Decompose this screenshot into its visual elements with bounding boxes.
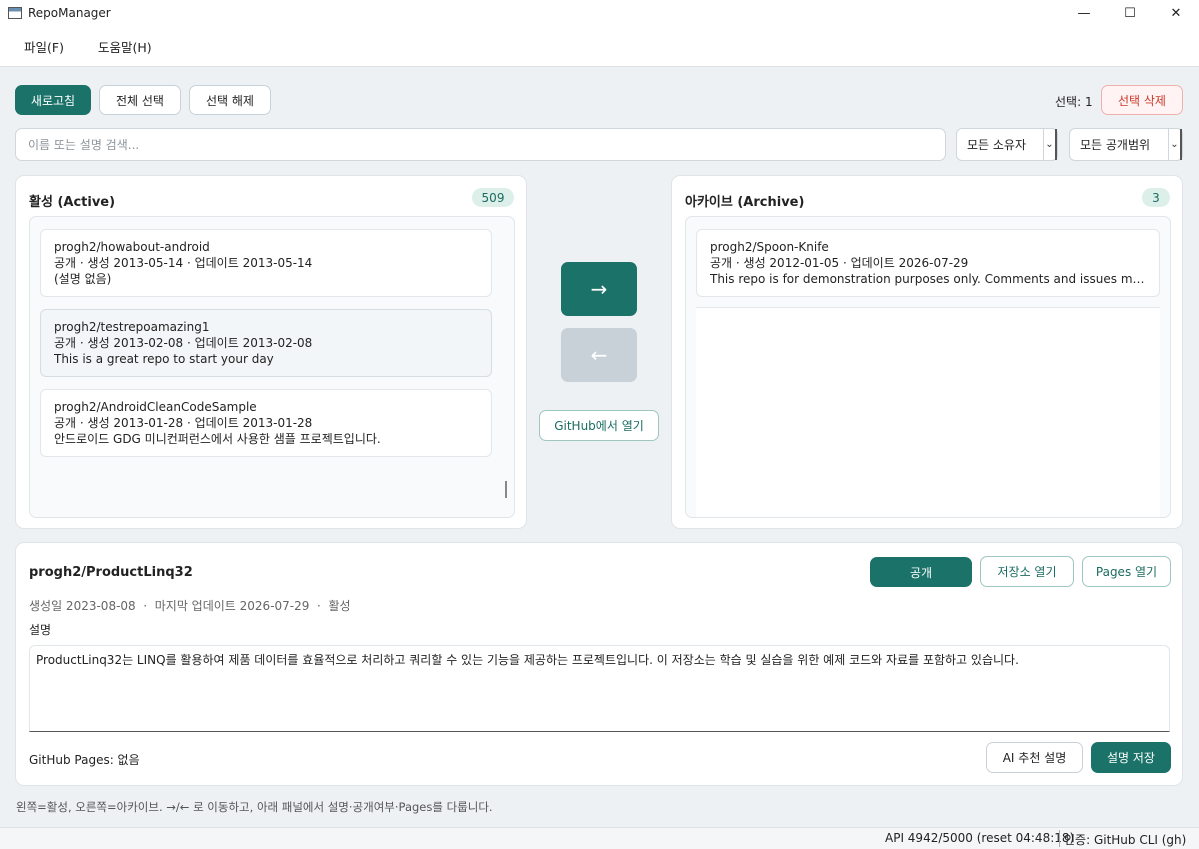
move-to-active-button[interactable]: ← [561,328,637,382]
repo-description: This is a great repo to start your day [54,352,274,366]
usage-hint: 왼쪽=활성, 오른쪽=아카이브. →/← 로 이동하고, 아래 패널에서 설명·… [16,800,493,814]
list-item[interactable]: progh2/testrepoamazing1 공개 · 생성 2013-02-… [40,309,492,377]
menu-help[interactable]: 도움말(H) [86,31,164,62]
active-panel-title: 활성 (Active) [29,195,116,210]
description-label: 설명 [29,623,52,637]
list-item[interactable]: progh2/howabout-android 공개 · 생성 2013-05-… [40,229,492,297]
window-controls: — ☐ ✕ [1061,0,1199,26]
archive-panel-title: 아카이브 (Archive) [685,195,805,210]
save-description-button[interactable]: 설명 저장 [1091,742,1171,773]
archive-panel: 아카이브 (Archive) 3 progh2/Spoon-Knife 공개 ·… [671,175,1183,529]
move-to-archive-button[interactable]: → [561,262,637,316]
selection-count: 선택: 1 [1055,95,1093,109]
deselect-button[interactable]: 선택 해제 [189,85,271,115]
active-count-badge: 509 [472,188,514,207]
active-repo-list[interactable]: progh2/howabout-android 공개 · 생성 2013-05-… [29,216,515,518]
open-pages-button[interactable]: Pages 열기 [1082,556,1171,587]
refresh-button[interactable]: 새로고침 [15,85,91,115]
repo-name: progh2/AndroidCleanCodeSample [54,400,257,414]
open-repo-button[interactable]: 저장소 열기 [980,556,1074,587]
minimize-icon[interactable]: — [1061,0,1107,26]
active-panel: 활성 (Active) 509 progh2/howabout-android … [15,175,527,529]
menu-file[interactable]: 파일(F) [12,31,76,62]
visibility-select-value: 모든 공개범위 [1080,138,1151,152]
delete-selected-button[interactable]: 선택 삭제 [1101,85,1183,115]
archive-count-badge: 3 [1142,188,1170,207]
ai-suggest-button[interactable]: AI 추천 설명 [986,742,1083,773]
description-textarea[interactable]: ProductLinq32는 LINQ를 활용하여 제품 데이터를 효율적으로 … [29,645,1170,732]
title-bar: RepoManager — ☐ ✕ [0,0,1199,26]
list-item[interactable]: progh2/Spoon-Knife 공개 · 생성 2012-01-05 · … [696,229,1160,297]
repo-meta: 공개 · 생성 2013-01-28 · 업데이트 2013-01-28 [54,416,313,430]
repo-name: progh2/Spoon-Knife [710,240,829,254]
window-title: RepoManager [28,6,111,20]
scrollbar-thumb[interactable] [505,481,507,498]
maximize-icon[interactable]: ☐ [1107,0,1153,26]
menu-bar: 파일(F) 도움말(H) [0,26,1199,67]
detail-repo-title: progh2/ProductLinq32 [29,565,193,580]
owner-select-value: 모든 소유자 [967,138,1027,152]
archive-repo-list[interactable]: progh2/Spoon-Knife 공개 · 생성 2012-01-05 · … [685,216,1171,518]
auth-status: 인증: GitHub CLI (gh) [1064,833,1187,847]
detail-panel: progh2/ProductLinq32 공개 저장소 열기 Pages 열기 … [15,542,1183,786]
repo-description: 안드로이드 GDG 미니컨퍼런스에서 사용한 샘플 프로젝트입니다. [54,432,381,446]
detail-meta: 생성일 2023-08-08 · 마지막 업데이트 2026-07-29 · 활… [29,599,351,613]
archive-list-empty-area [696,307,1160,517]
status-separator [1059,830,1060,847]
list-item[interactable]: progh2/AndroidCleanCodeSample 공개 · 생성 20… [40,389,492,457]
open-github-button[interactable]: GitHub에서 열기 [539,410,659,441]
chevron-down-icon: ⌄ [1168,129,1182,160]
app-icon [8,7,22,19]
chevron-down-icon: ⌄ [1043,129,1057,160]
repo-meta: 공개 · 생성 2012-01-05 · 업데이트 2026-07-29 [710,256,969,270]
github-pages-status: GitHub Pages: 없음 [29,753,140,767]
repo-meta: 공개 · 생성 2013-05-14 · 업데이트 2013-05-14 [54,256,313,270]
close-icon[interactable]: ✕ [1153,0,1199,26]
api-rate-status: API 4942/5000 (reset 04:48:18) [885,831,1075,845]
repo-meta: 공개 · 생성 2013-02-08 · 업데이트 2013-02-08 [54,336,313,350]
visibility-select[interactable]: 모든 공개범위 ⌄ [1069,128,1183,161]
status-bar: API 4942/5000 (reset 04:48:18) 인증: GitHu… [0,827,1199,849]
owner-select[interactable]: 모든 소유자 ⌄ [956,128,1058,161]
repo-description: (설명 없음) [54,272,112,286]
repo-name: progh2/howabout-android [54,240,210,254]
repo-name: progh2/testrepoamazing1 [54,320,210,334]
select-all-button[interactable]: 전체 선택 [99,85,181,115]
search-input[interactable] [15,128,946,161]
repo-description: This repo is for demonstration purposes … [710,272,1146,286]
visibility-toggle-button[interactable]: 공개 [870,557,972,587]
